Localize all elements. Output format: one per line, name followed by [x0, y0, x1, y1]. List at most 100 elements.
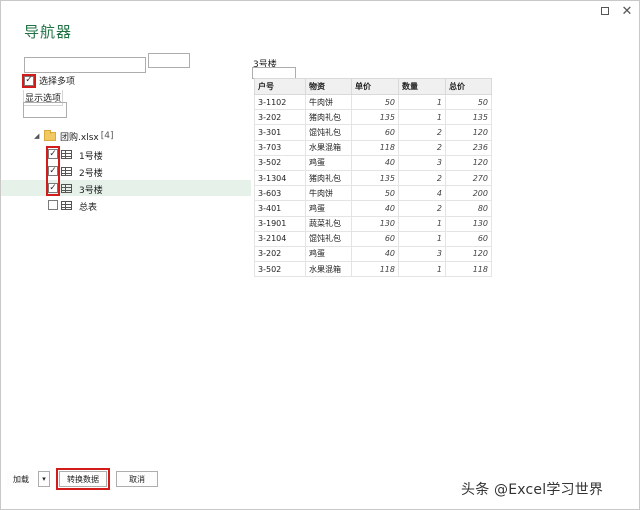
table-cell: 1: [398, 93, 446, 111]
table-icon: [61, 167, 72, 176]
table-row: 3-1901 蔬菜礼包 130 1 130: [254, 215, 492, 232]
table-cell: 135: [351, 109, 399, 126]
window-title: 导航器: [24, 23, 73, 41]
table-icon: [61, 184, 72, 193]
collapse-icon[interactable]: ◢: [34, 132, 44, 140]
table-cell: 236: [445, 139, 492, 156]
table-icon: [61, 201, 72, 210]
tree-item-sheet2[interactable]: ✓ 2号楼: [1, 163, 251, 179]
select-multiple-checkbox[interactable]: ✓: [22, 73, 36, 88]
table-cell: 3-2104: [254, 230, 306, 247]
table-row: 3-603 牛肉饼 50 4 200: [254, 185, 492, 202]
load-button[interactable]: 加载: [5, 471, 35, 487]
display-options-field[interactable]: [23, 102, 67, 118]
tree-item-sheet1[interactable]: ✓ 1号楼: [1, 146, 251, 162]
table-cell: 60: [351, 230, 399, 247]
table-row: 3-401 鸡蛋 40 2 80: [254, 200, 492, 217]
table-cell: 3-301: [254, 124, 306, 141]
table-cell: 135: [351, 169, 399, 187]
table-cell: 3-401: [254, 200, 306, 217]
table-cell: 40: [351, 245, 399, 263]
table-cell: 馄饨礼包: [305, 124, 352, 141]
table-cell: 135: [445, 109, 492, 126]
tree-item-label: 3号楼: [79, 186, 103, 196]
table-row: 3-2104 馄饨礼包 60 1 60: [254, 230, 492, 247]
table-cell: 120: [445, 245, 492, 263]
table-cell: 1: [398, 261, 446, 278]
workbook-label: 团购.xlsx: [60, 132, 99, 143]
column-header[interactable]: 物资: [305, 78, 352, 95]
table-cell: 鸡蛋: [305, 200, 352, 217]
table-cell: 120: [445, 124, 492, 141]
table-cell: 80: [445, 200, 492, 217]
table-cell: 130: [351, 215, 399, 232]
table-row: 3-1304 猪肉礼包 135 2 270: [254, 169, 492, 187]
table-cell: 1: [398, 215, 446, 232]
search-button[interactable]: [148, 53, 190, 68]
table-cell: 3-502: [254, 261, 306, 278]
summary-checkbox[interactable]: [48, 200, 58, 210]
navigator-window: 导航器 ✕ ✓ 选择多项 显示选项 ◢ 团购.xlsx [4] ✓ 1号楼 ✓ …: [0, 0, 640, 510]
table-cell: 1: [398, 109, 446, 126]
tree-item-label: 1号楼: [79, 152, 103, 162]
load-dropdown-icon[interactable]: ▾: [38, 471, 50, 487]
table-cell: 50: [351, 185, 399, 202]
table-cell: 118: [445, 261, 492, 278]
table-cell: 3-1901: [254, 215, 306, 232]
close-icon[interactable]: ✕: [619, 5, 635, 19]
table-cell: 3-502: [254, 154, 306, 171]
checkbox-highlight-box: [46, 146, 60, 196]
table-cell: 270: [445, 169, 492, 187]
table-cell: 2: [398, 169, 446, 187]
table-cell: 3-202: [254, 245, 306, 263]
transform-data-button[interactable]: 转换数据: [59, 471, 107, 487]
table-cell: 猪肉礼包: [305, 109, 352, 126]
tree-item-summary[interactable]: 总表: [1, 197, 251, 213]
table-row: 3-202 鸡蛋 40 3 120: [254, 245, 492, 263]
tree-item-sheet3[interactable]: ✓ 3号楼: [1, 180, 251, 196]
column-header[interactable]: 单价: [351, 78, 399, 95]
table-cell: 40: [351, 200, 399, 217]
table-cell: 200: [445, 185, 492, 202]
table-cell: 牛肉饼: [305, 93, 352, 111]
search-input[interactable]: [24, 57, 146, 73]
maximize-icon[interactable]: [597, 5, 613, 19]
table-cell: 2: [398, 200, 446, 217]
table-row: 3-202 猪肉礼包 135 1 135: [254, 109, 492, 126]
table-cell: 3-202: [254, 109, 306, 126]
column-header[interactable]: 户号: [254, 78, 306, 95]
table-cell: 馄饨礼包: [305, 230, 352, 247]
table-cell: 1: [398, 230, 446, 247]
cancel-button[interactable]: 取消: [116, 471, 158, 487]
table-cell: 3: [398, 154, 446, 171]
select-multiple-label: 选择多项: [39, 77, 76, 87]
table-row: 3-703 水果混箱 118 2 236: [254, 139, 492, 156]
workbook-count: [4]: [100, 131, 114, 141]
table-cell: 3-1304: [254, 169, 306, 187]
table-cell: 3: [398, 245, 446, 263]
table-cell: 130: [445, 215, 492, 232]
table-cell: 50: [351, 93, 399, 111]
table-cell: 3-1102: [254, 93, 306, 111]
table-cell: 118: [351, 139, 399, 156]
table-cell: 猪肉礼包: [305, 169, 352, 187]
table-row: 3-502 水果混箱 118 1 118: [254, 261, 492, 278]
table-cell: 3-603: [254, 185, 306, 202]
table-cell: 水果混箱: [305, 139, 352, 156]
table-cell: 鸡蛋: [305, 245, 352, 263]
table-row: 3-301 馄饨礼包 60 2 120: [254, 124, 492, 141]
column-header[interactable]: 数量: [398, 78, 446, 95]
select-multiple-toggle[interactable]: ✓ 选择多项: [22, 73, 76, 88]
column-header[interactable]: 总价: [445, 78, 492, 95]
table-cell: 60: [351, 124, 399, 141]
table-cell: 水果混箱: [305, 261, 352, 278]
table-cell: 120: [445, 154, 492, 171]
table-row: 3-1102 牛肉饼 50 1 50: [254, 93, 492, 111]
folder-icon: [44, 129, 56, 141]
tree-root-workbook[interactable]: ◢ 团购.xlsx [4]: [34, 128, 113, 144]
tree-item-label: 总表: [79, 203, 98, 213]
table-cell: 4: [398, 185, 446, 202]
table-cell: 40: [351, 154, 399, 171]
table-cell: 蔬菜礼包: [305, 215, 352, 232]
watermark: 头条 @Excel学习世界: [461, 482, 604, 498]
